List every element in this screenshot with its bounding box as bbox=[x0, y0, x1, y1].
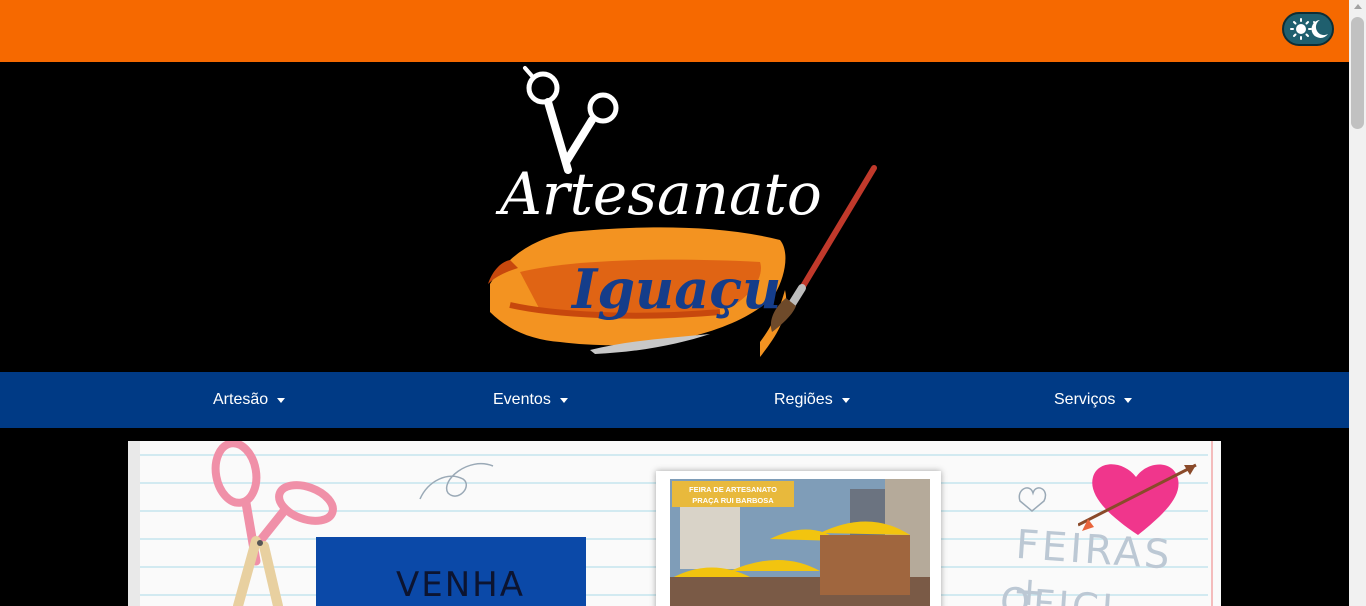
nav-item-label: Artesão bbox=[213, 391, 269, 408]
site-header: Artesanato Iguaçu bbox=[0, 62, 1349, 372]
promo-headline: VENHA bbox=[396, 565, 525, 605]
nav-item-artesao[interactable]: Artesão bbox=[213, 372, 286, 428]
caret-down-icon bbox=[1124, 398, 1133, 403]
nav-item-eventos[interactable]: Eventos bbox=[493, 372, 568, 428]
artesanato-iguacu-logo[interactable]: Artesanato Iguaçu bbox=[480, 62, 890, 372]
caret-down-icon bbox=[841, 398, 850, 403]
nav-item-label: Serviços bbox=[1054, 391, 1116, 408]
theme-toggle-button[interactable] bbox=[1282, 12, 1334, 46]
feira-photo-frame: FEIRA DE ARTESANATO PRAÇA RUI BARBOSA bbox=[656, 471, 941, 606]
nav-item-label: Eventos bbox=[493, 391, 551, 408]
caret-down-icon bbox=[277, 398, 286, 403]
sun-moon-icon bbox=[1290, 18, 1328, 40]
nav-item-regioes[interactable]: Regiões bbox=[774, 372, 850, 428]
logo-wordmark-iguacu: Iguaçu bbox=[570, 257, 781, 321]
photo-caption-line2: PRAÇA RUI BARBOSA bbox=[692, 496, 774, 505]
logo-wordmark-artesanato: Artesanato bbox=[495, 160, 822, 228]
scroll-up-icon[interactable] bbox=[1354, 4, 1362, 9]
nav-item-label: Regiões bbox=[774, 391, 833, 408]
caret-down-icon bbox=[559, 398, 568, 403]
hero-banner[interactable]: VENHA FEIRA DE ARTESANATO PRAÇA RUI BARB… bbox=[128, 441, 1221, 606]
vertical-scrollbar[interactable] bbox=[1349, 0, 1366, 606]
main-nav: Artesão Eventos Regiões Serviços bbox=[0, 372, 1349, 428]
top-bar bbox=[0, 0, 1349, 62]
photo-caption-line1: FEIRA DE ARTESANATO bbox=[689, 485, 777, 494]
nav-item-servicos[interactable]: Serviços bbox=[1054, 372, 1133, 428]
photo-caption: FEIRA DE ARTESANATO PRAÇA RUI BARBOSA bbox=[672, 481, 794, 507]
feira-photo: FEIRA DE ARTESANATO PRAÇA RUI BARBOSA bbox=[670, 479, 930, 606]
scroll-thumb[interactable] bbox=[1351, 17, 1364, 129]
